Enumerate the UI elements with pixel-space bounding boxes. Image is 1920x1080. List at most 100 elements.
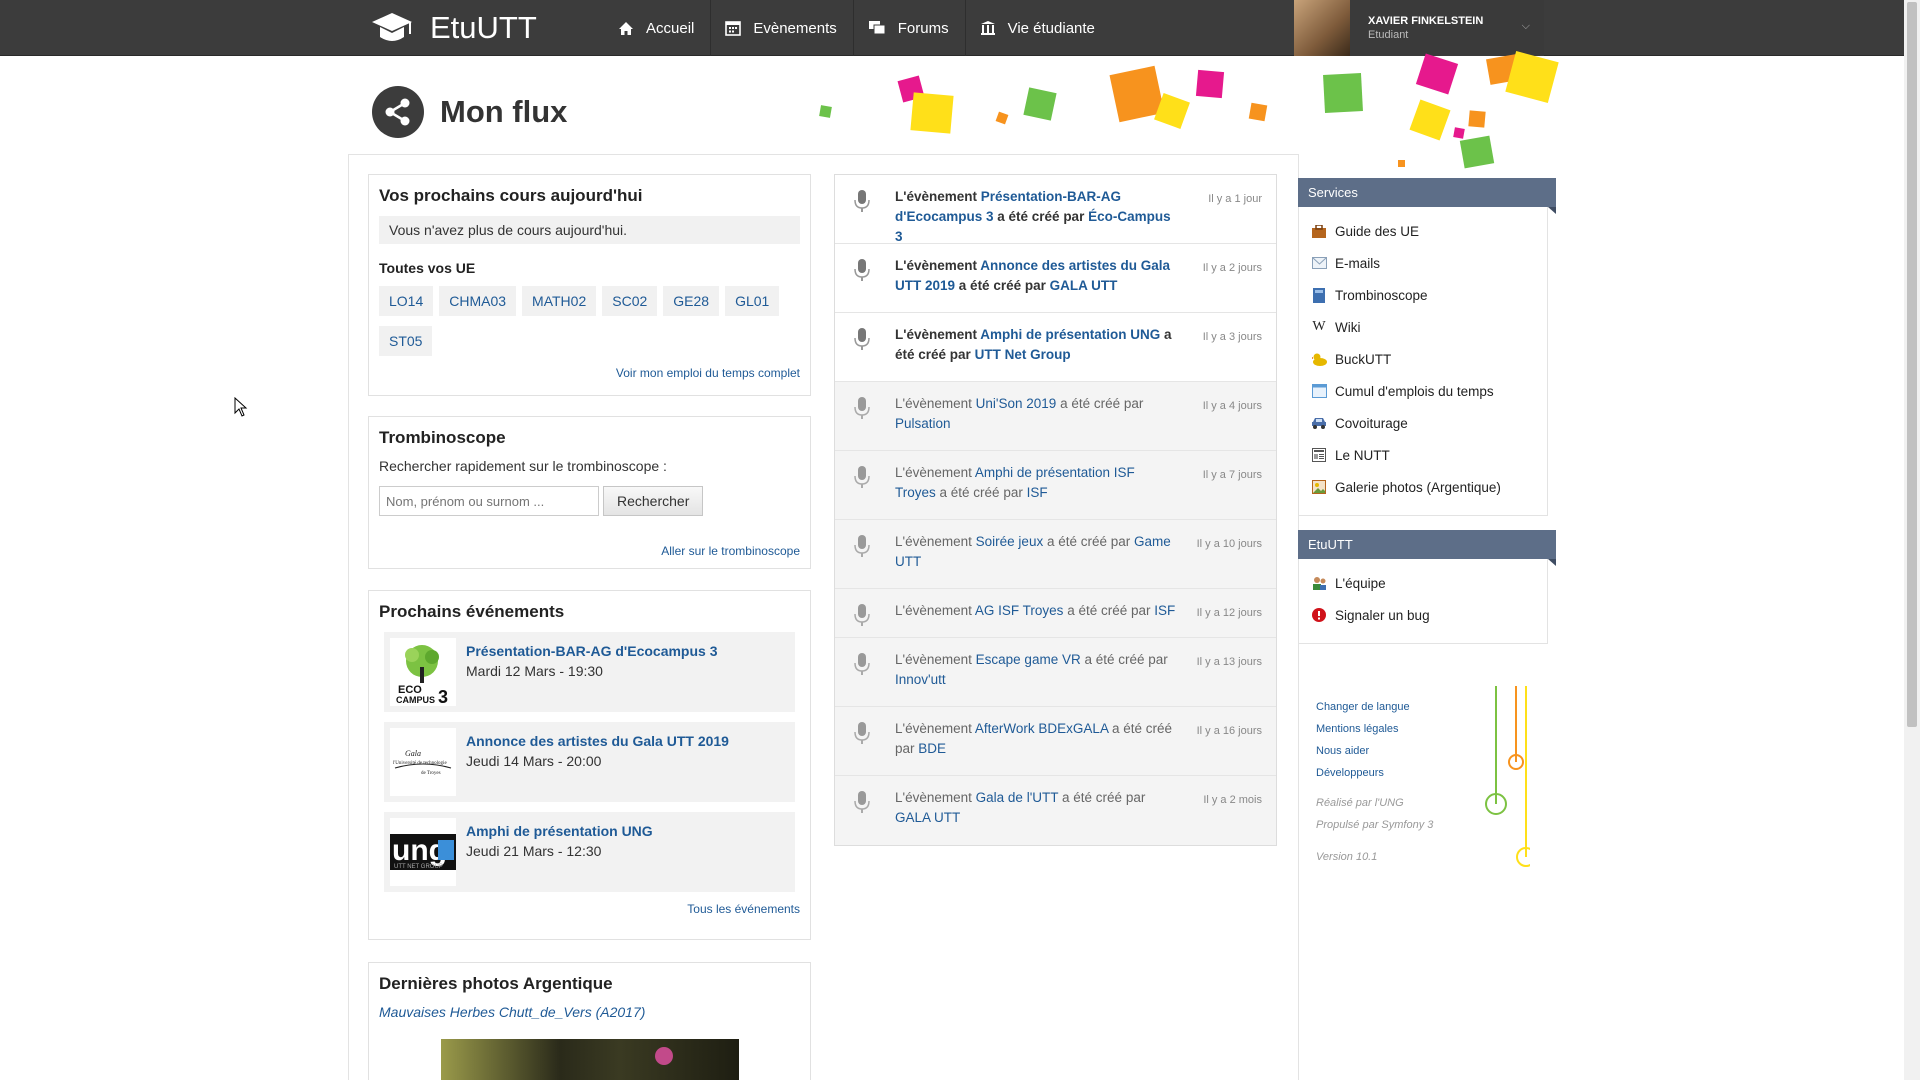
feed-event-link[interactable]: Escape game VR	[976, 652, 1081, 667]
feed-prefix: L'évènement	[895, 534, 972, 549]
feed-event-link[interactable]: Amphi de présentation UNG	[980, 327, 1160, 342]
feed-event-link[interactable]: Gala de l'UTT	[976, 790, 1059, 805]
share-icon	[372, 86, 424, 138]
microphone-icon	[854, 466, 870, 488]
calendar-icon	[1311, 383, 1327, 399]
sidebar-item-emails[interactable]: E-mails	[1299, 247, 1547, 279]
footer-links: Changer de langue Mentions légales Nous …	[1316, 696, 1410, 784]
svg-text:de Troyes: de Troyes	[421, 771, 441, 776]
feed-org-link[interactable]: Pulsation	[895, 416, 951, 431]
feed-org-link[interactable]: GALA UTT	[895, 810, 960, 825]
feed-org-link[interactable]: UTT Net Group	[975, 347, 1071, 362]
footer-link-aider[interactable]: Nous aider	[1316, 740, 1410, 762]
nav-evenements[interactable]: Evènements	[711, 0, 854, 56]
ue-tag[interactable]: SC02	[602, 286, 658, 316]
feed-prefix: L'évènement	[895, 465, 972, 480]
feed-org-link[interactable]: ISF	[1154, 603, 1175, 618]
feed-item: L'évènement Uni'Son 2019 a été créé par …	[835, 382, 1276, 451]
sidebar-item-buckutt[interactable]: BuckUTT	[1299, 343, 1547, 375]
svg-text:UTT NET GROUP: UTT NET GROUP	[394, 864, 443, 870]
feed-org-link[interactable]: Innov'utt	[895, 672, 946, 687]
trombi-title: Trombinoscope	[379, 428, 506, 447]
event-item[interactable]: ECO CAMPUS 3 Présentation-BAR-AG d'Ecocamp…	[384, 632, 795, 712]
feed-prefix: L'évènement	[895, 258, 977, 273]
brand-logo[interactable]: EtuUTT	[370, 6, 537, 50]
footer-link-mentions[interactable]: Mentions légales	[1316, 718, 1410, 740]
sidebar-item-label: L'équipe	[1335, 575, 1386, 591]
feed-event-link[interactable]: Soirée jeux	[976, 534, 1044, 549]
feed-time: Il y a 13 jours	[1196, 656, 1262, 668]
brand-name: EtuUTT	[430, 10, 537, 45]
sidebar-item-label: Guide des UE	[1335, 223, 1420, 239]
footer-link-developpeurs[interactable]: Développeurs	[1316, 762, 1410, 784]
nav-forums[interactable]: Forums	[854, 0, 966, 56]
trombi-link[interactable]: Aller sur le trombinoscope	[661, 544, 800, 558]
sidebar-item-nutt[interactable]: Le NUTT	[1299, 439, 1547, 471]
event-item[interactable]: Gala l'Université de technologie de Troyes…	[384, 722, 795, 802]
building-icon	[980, 21, 995, 35]
album-link[interactable]: Mauvaises Herbes Chutt_de_Vers (A2017)	[379, 1004, 645, 1020]
footer-link-langue[interactable]: Changer de langue	[1316, 696, 1410, 718]
feed-org-link[interactable]: GALA UTT	[1050, 278, 1118, 293]
etuutt-list: L'équipe Signaler un bug	[1298, 559, 1548, 644]
home-icon	[619, 21, 633, 35]
sidebar-item-galerie[interactable]: Galerie photos (Argentique)	[1299, 471, 1547, 503]
ue-tag[interactable]: GE28	[663, 286, 720, 316]
sidebar-item-cumul-edt[interactable]: Cumul d'emplois du temps	[1299, 375, 1547, 407]
sidebar-item-covoiturage[interactable]: Covoiturage	[1299, 407, 1547, 439]
sidebar-item-wiki[interactable]: W Wiki	[1299, 311, 1547, 343]
feed-event-link[interactable]: AfterWork BDExGALA	[975, 721, 1108, 736]
feed-middle: a été créé par	[1060, 396, 1144, 411]
nav-accueil[interactable]: Accueil	[604, 0, 712, 56]
main-nav: Accueil Evènements Forums Vie étudiante	[604, 0, 1111, 56]
user-menu[interactable]: XAVIER FINKELSTEIN Etudiant ⌵	[1294, 0, 1544, 56]
feed-time: Il y a 10 jours	[1196, 538, 1262, 550]
ue-tag[interactable]: ST05	[379, 326, 433, 356]
scrollbar[interactable]	[1904, 0, 1920, 1080]
feed-event-link[interactable]: AG ISF Troyes	[975, 603, 1064, 618]
nav-label: Accueil	[646, 19, 695, 37]
all-events-link[interactable]: Tous les événements	[687, 902, 800, 916]
feed-item: L'évènement Soirée jeux a été créé par G…	[835, 520, 1276, 589]
feed-item: L'évènement Présentation-BAR-AG d'Ecocam…	[835, 175, 1276, 244]
feed-item: L'évènement Gala de l'UTT a été créé par…	[835, 776, 1276, 845]
ue-tag[interactable]: MATH02	[522, 286, 597, 316]
full-schedule-link[interactable]: Voir mon emploi du temps complet	[616, 366, 800, 380]
sidebar-item-guide-ue[interactable]: Guide des UE	[1299, 215, 1547, 247]
team-icon	[1311, 575, 1327, 591]
footer-credits: Réalisé par l'UNG Propulsé par Symfony 3	[1316, 792, 1433, 836]
ue-tag[interactable]: LO14	[379, 286, 434, 316]
feed-prefix: L'évènement	[895, 189, 977, 204]
sidebar-item-equipe[interactable]: L'équipe	[1299, 567, 1547, 599]
ue-heading: Toutes vos UE	[379, 260, 476, 276]
photo-icon	[1311, 479, 1327, 495]
album-photo[interactable]	[440, 1039, 739, 1080]
scrollbar-thumb[interactable]	[1907, 2, 1917, 727]
feed-event-link[interactable]: Uni'Son 2019	[976, 396, 1057, 411]
event-item[interactable]: ung UTT NET GROUP Amphi de présentation U…	[384, 812, 795, 892]
microphone-icon	[854, 791, 870, 813]
feed-org-link[interactable]: BDE	[918, 741, 946, 756]
ue-tag[interactable]: CHMA03	[439, 286, 517, 316]
event-title[interactable]: Présentation-BAR-AG d'Ecocampus 3	[466, 643, 718, 659]
feed-time: Il y a 16 jours	[1196, 725, 1262, 737]
event-title[interactable]: Amphi de présentation UNG	[466, 823, 653, 839]
page-title: Mon flux	[440, 94, 568, 129]
feed-middle: a été créé par	[1062, 790, 1146, 805]
search-button[interactable]: Rechercher	[603, 486, 704, 516]
photos-title: Dernières photos Argentique	[379, 974, 613, 993]
feed-org-link[interactable]: ISF	[1027, 485, 1048, 500]
event-date: Jeudi 14 Mars - 20:00	[466, 753, 602, 769]
microphone-icon	[854, 722, 870, 744]
event-title[interactable]: Annonce des artistes du Gala UTT 2019	[466, 733, 729, 749]
feed-prefix: L'évènement	[895, 652, 972, 667]
feed-middle: a été créé par	[1046, 534, 1131, 549]
feed-item: L'évènement Amphi de présentation UNG a …	[835, 313, 1276, 382]
sidebar-item-signaler-bug[interactable]: Signaler un bug	[1299, 599, 1547, 631]
mouse-cursor-icon	[234, 397, 248, 417]
sidebar-item-trombinoscope[interactable]: Trombinoscope	[1299, 279, 1547, 311]
trombi-search-input[interactable]	[379, 486, 599, 516]
nav-vie-etudiante[interactable]: Vie étudiante	[966, 0, 1111, 56]
ue-tag[interactable]: GL01	[725, 286, 780, 316]
top-navbar: EtuUTT Accueil Evènements Forums Vie étu…	[0, 0, 1904, 56]
